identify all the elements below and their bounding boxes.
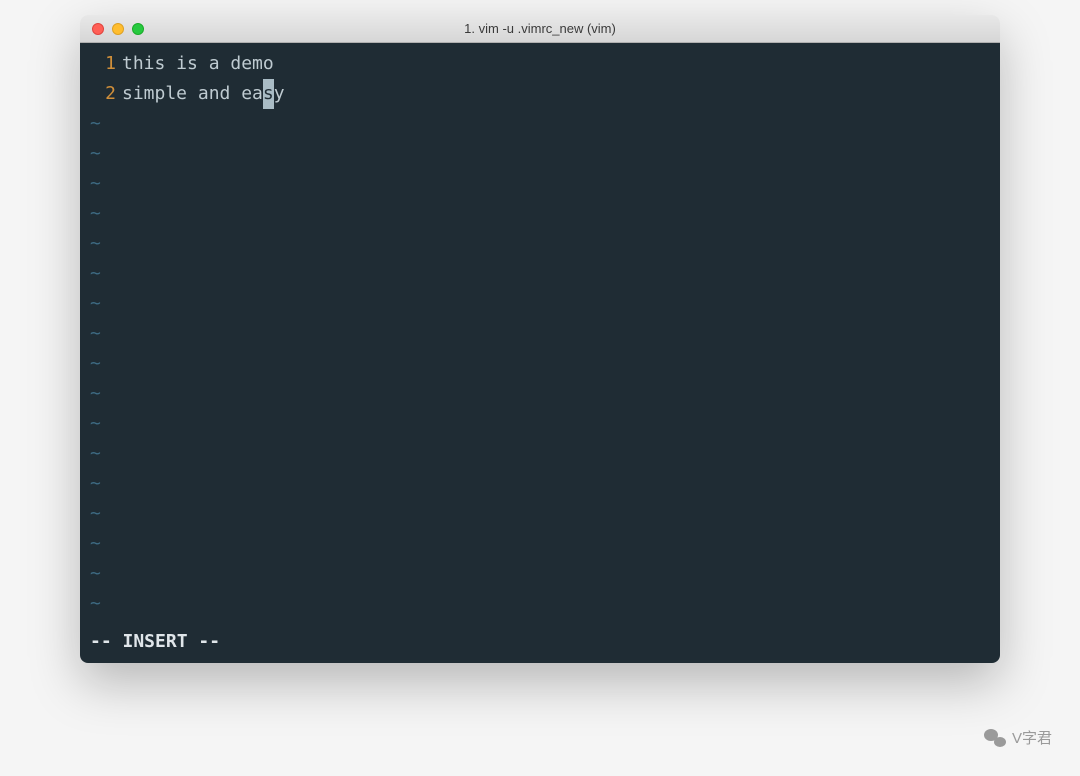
mode-indicator: -- INSERT -- — [90, 627, 220, 657]
empty-line: ~ — [80, 469, 992, 499]
window-title: 1. vim -u .vimrc_new (vim) — [80, 21, 1000, 36]
tilde-icon: ~ — [80, 289, 122, 319]
tilde-icon: ~ — [80, 349, 122, 379]
tilde-icon: ~ — [80, 109, 122, 139]
titlebar[interactable]: 1. vim -u .vimrc_new (vim) — [80, 15, 1000, 43]
minimize-icon[interactable] — [112, 23, 124, 35]
empty-line: ~ — [80, 529, 992, 559]
empty-line: ~ — [80, 499, 992, 529]
editor-area[interactable]: 1 this is a demo 2 simple and easy ~~~~~… — [80, 43, 1000, 663]
window-controls — [80, 23, 144, 35]
tilde-icon: ~ — [80, 319, 122, 349]
tilde-icon: ~ — [80, 259, 122, 289]
empty-line: ~ — [80, 109, 992, 139]
tilde-icon: ~ — [80, 499, 122, 529]
empty-line: ~ — [80, 439, 992, 469]
tilde-icon: ~ — [80, 529, 122, 559]
empty-line: ~ — [80, 589, 992, 619]
empty-line: ~ — [80, 169, 992, 199]
empty-line: ~ — [80, 379, 992, 409]
line-text: this is a demo — [122, 49, 274, 79]
line-number: 1 — [80, 49, 122, 79]
empty-line: ~ — [80, 139, 992, 169]
tilde-icon: ~ — [80, 469, 122, 499]
empty-line: ~ — [80, 289, 992, 319]
tilde-icon: ~ — [80, 589, 122, 619]
tilde-icon: ~ — [80, 139, 122, 169]
terminal-window: 1. vim -u .vimrc_new (vim) 1 this is a d… — [80, 15, 1000, 663]
empty-line: ~ — [80, 199, 992, 229]
empty-line: ~ — [80, 259, 992, 289]
line-number: 2 — [80, 79, 122, 109]
tilde-icon: ~ — [80, 559, 122, 589]
tilde-icon: ~ — [80, 169, 122, 199]
wechat-icon — [984, 729, 1006, 747]
tilde-icon: ~ — [80, 409, 122, 439]
tilde-icon: ~ — [80, 379, 122, 409]
tilde-icon: ~ — [80, 199, 122, 229]
empty-line: ~ — [80, 559, 992, 589]
tilde-icon: ~ — [80, 439, 122, 469]
tilde-icon: ~ — [80, 229, 122, 259]
empty-line: ~ — [80, 349, 992, 379]
line-text-before: simple and ea — [122, 79, 263, 109]
maximize-icon[interactable] — [132, 23, 144, 35]
editor-line: 2 simple and easy — [80, 79, 992, 109]
empty-line: ~ — [80, 229, 992, 259]
empty-line: ~ — [80, 319, 992, 349]
editor-line: 1 this is a demo — [80, 49, 992, 79]
line-text-after: y — [274, 79, 285, 109]
cursor: s — [263, 79, 274, 109]
empty-line: ~ — [80, 409, 992, 439]
watermark: V字君 — [984, 727, 1052, 748]
close-icon[interactable] — [92, 23, 104, 35]
watermark-label: V字君 — [1012, 727, 1052, 748]
